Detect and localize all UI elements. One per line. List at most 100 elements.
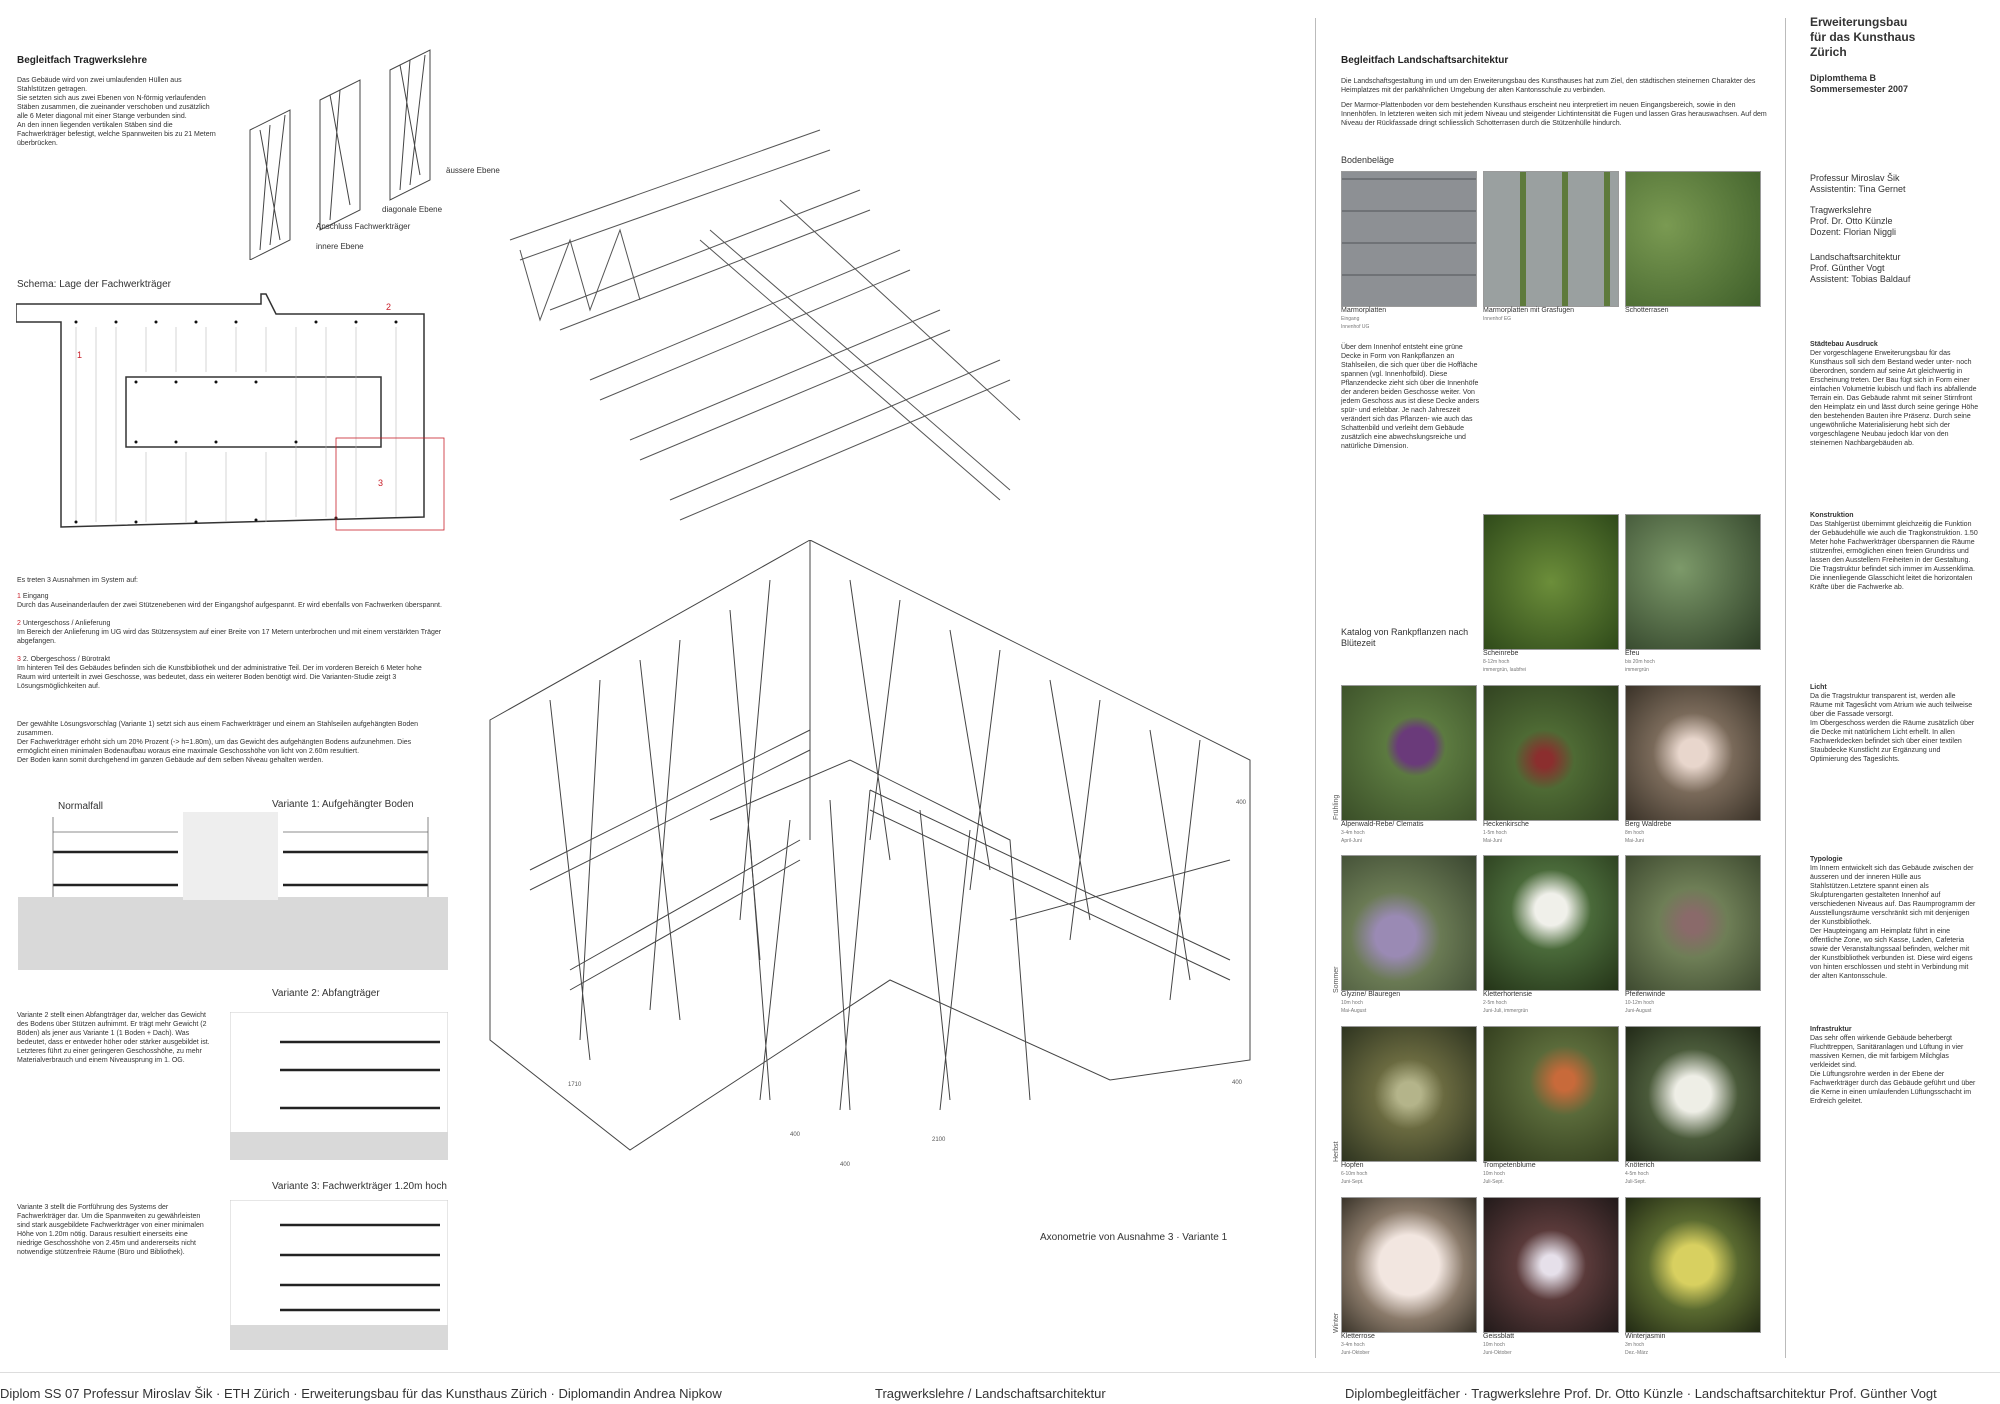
plant-pfeifenwinde-caption: Pfeifenwinde 10-12m hoch Juni-August [1625,991,1666,1014]
photo-clematis [1341,685,1477,821]
exception-2-text: Im Bereich der Anlieferung im UG wird da… [17,629,442,645]
plant-kletterrose-caption: Kletterrose 3-4m hoch Juni-Oktober [1341,1333,1375,1356]
exception-2: 2 Untergeschoss / Anlieferung Im Bereich… [17,619,447,646]
plant-knoeterich-caption: Knöterich 4-5m hoch Juli-Sept. [1625,1162,1655,1185]
plant-geissblatt-caption: Geissblatt 10m hoch Juni-Oktober [1483,1333,1515,1356]
photo-scheinrebe [1483,514,1619,650]
schema-plan [16,293,445,531]
exception-2-num: 2 [17,620,21,627]
plant-efeu-caption: Efeu bis 20m hoch immergrün [1625,650,1655,673]
landscape-intro-1: Die Landschaftsgestaltung im und um den … [1341,78,1756,94]
section-infrastruktur: Infrastruktur Das sehr offen wirkende Geb… [1810,1026,1976,1105]
divider-left [1315,18,1316,1358]
tragwerk-title: Begleitfach Tragwerkslehre [17,55,148,66]
dim-1710: 1710 [568,1082,582,1088]
landscape-title: Begleitfach Landschaftsarchitektur [1341,55,1509,66]
schema-mark-3: 3 [378,478,384,488]
landscape-intro-2: Der Marmor-Plattenboden vor dem bestehen… [1341,102,1767,127]
boden-caption-3: Schotterrasen [1625,307,1669,314]
axon-caption: Axonometrie von Ausnahme 3 · Variante 1 [1040,1232,1228,1243]
dim-400-c: 400 [1232,1080,1243,1086]
plant-scheinrebe-caption: Scheinrebe 8-12m hoch immergrün, laubfrei [1483,650,1527,673]
plant-heckenkirsche-caption: Heckenkirsche 1-5m hoch Mai-Juni [1483,821,1529,844]
variante2-title: Variante 2: Abfangträger [272,988,380,999]
photo-glyzine [1341,855,1477,991]
exception-1-title: Eingang [22,593,49,600]
boden-caption-1: Marmorplatten Eingang Innenhof UG [1341,307,1387,330]
photo-trompetenblume [1483,1026,1619,1162]
normalfall-title: Normalfall [58,801,104,812]
season-winter: Winter [1333,1312,1340,1333]
plant-kletterhortensie-caption: Kletterhortensie 2-5m hoch Juni-Juli, imm… [1483,991,1533,1014]
photo-kletterrose [1341,1197,1477,1333]
exception-2-title: Untergeschoss / Anlieferung [22,620,111,627]
section-normal-v1 [18,812,448,970]
photo-marmorplatten [1341,171,1477,307]
section-staedtebau: Städtebau Ausdruck Der vorgeschlagene Erw… [1810,341,1979,447]
exception-1-text: Durch das Auseinanderlaufen der zwei Stü… [17,602,442,609]
project-title: Erweiterungsbau für das Kunsthaus Zürich [1810,15,1916,59]
schema-mark-1: 1 [77,350,83,360]
label-innere-ebene: innere Ebene [316,242,364,251]
photo-hopfen [1341,1026,1477,1162]
credits-landschaft: Landschaftsarchitektur Prof. Günther Vog… [1810,252,1911,284]
photo-geissblatt [1483,1197,1619,1333]
plant-clematis-caption: Alpenwald-Rebe/ Clematis 3-4m hoch April-… [1341,821,1424,844]
exception-3-title: 2. Obergeschoss / Bürotrakt [22,656,111,663]
exceptions-intro: Es treten 3 Ausnahmen im System auf: [17,577,139,584]
boden-title: Bodenbeläge [1341,155,1395,165]
footer-right: Diplombegleitfächer · Tragwerkslehre Pro… [1345,1386,1937,1401]
section-typologie: Typologie Im Innern entwickelt sich das G… [1810,856,1976,980]
plant-glyzine-caption: Glyzine/ Blauregen 10m hoch Mai-August [1341,991,1401,1014]
footer-rule [0,1372,2000,1373]
footer-center: Tragwerkslehre / Landschaftsarchitektur [875,1386,1106,1401]
plant-trompetenblume-caption: Trompetenblume 10m hoch Juli-Sept. [1483,1162,1536,1185]
schema-mark-2: 2 [386,302,392,312]
photo-heckenkirsche [1483,685,1619,821]
exception-1: 1 Eingang Durch das Auseinanderlaufen de… [17,592,447,610]
katalog-title: Katalog von Rankpflanzen nach Blütezeit [1341,627,1469,648]
season-sommer: Sommer [1333,966,1340,993]
photo-winterjasmin [1625,1197,1761,1333]
credits-tragwerk: Tragwerkslehre Prof. Dr. Otto Künzle Doz… [1810,205,1897,237]
photo-knoeterich [1625,1026,1761,1162]
boden-caption-2: Marmorplatten mit Grasfugen Innenhof EG [1483,307,1575,322]
variante3-text: Variante 3 stellt die Fortführung des Sy… [17,1204,204,1256]
dim-400-a: 400 [790,1132,801,1138]
exception-3-text: Im hinteren Teil des Gebäudes befinden s… [17,665,422,690]
label-diagonale-ebene: diagonale Ebene [382,205,443,214]
photo-kletterhortensie [1483,855,1619,991]
section-v3 [230,1200,448,1350]
solution-text: Der gewählte Lösungsvorschlag (Variante … [17,721,419,764]
section-konstruktion: Konstruktion Das Stahlgerüst übernimmt gl… [1810,512,1978,591]
plant-berg-waldrebe-caption: Berg Waldrebe 8m hoch Mai-Juni [1625,821,1672,844]
footer-left: Diplom SS 07 Professur Miroslav Šik · ET… [0,1386,722,1401]
exception-1-num: 1 [17,593,21,600]
photo-schotterrasen [1625,171,1761,307]
section-licht: Licht Da die Tragstruktur transparent ist… [1810,684,1975,763]
schema-title: Schema: Lage der Fachwerkträger [17,279,171,290]
truss-axonometry [509,129,1021,521]
photo-marmor-grasfugen [1483,171,1619,307]
dim-400-b: 400 [840,1162,851,1168]
exception-3: 3 2. Obergeschoss / Bürotrakt Im hintere… [17,655,437,691]
season-fruehling: Frühling [1333,794,1340,820]
photo-berg-waldrebe [1625,685,1761,821]
axonometry-exception-3 [489,540,1251,1151]
exception-3-num: 3 [17,656,21,663]
divider-right [1785,18,1786,1358]
tragwerk-intro: Das Gebäude wird von zwei umlaufenden Hü… [17,77,216,147]
label-anschluss: Anschluss Fachwerkträger [316,222,411,231]
season-herbst: Herbst [1333,1141,1340,1162]
innenhof-text: Über dem Innenhof entsteht eine grüne De… [1341,344,1480,450]
photo-efeu [1625,514,1761,650]
photo-pfeifenwinde [1625,855,1761,991]
credits-professur: Professur Miroslav Šik Assistentin: Tina… [1810,173,1906,194]
section-v2 [230,1012,448,1160]
variante2-text: Variante 2 stellt einen Abfangträger dar… [17,1012,210,1064]
variante3-title: Variante 3: Fachwerkträger 1.20m hoch [272,1181,447,1192]
plant-winterjasmin-caption: Winterjasmin 3m hoch Dez.-März [1625,1333,1666,1356]
dim-2100: 2100 [932,1137,946,1143]
variante1-title: Variante 1: Aufgehängter Boden [272,799,414,810]
dim-400-d: 400 [1236,800,1247,806]
